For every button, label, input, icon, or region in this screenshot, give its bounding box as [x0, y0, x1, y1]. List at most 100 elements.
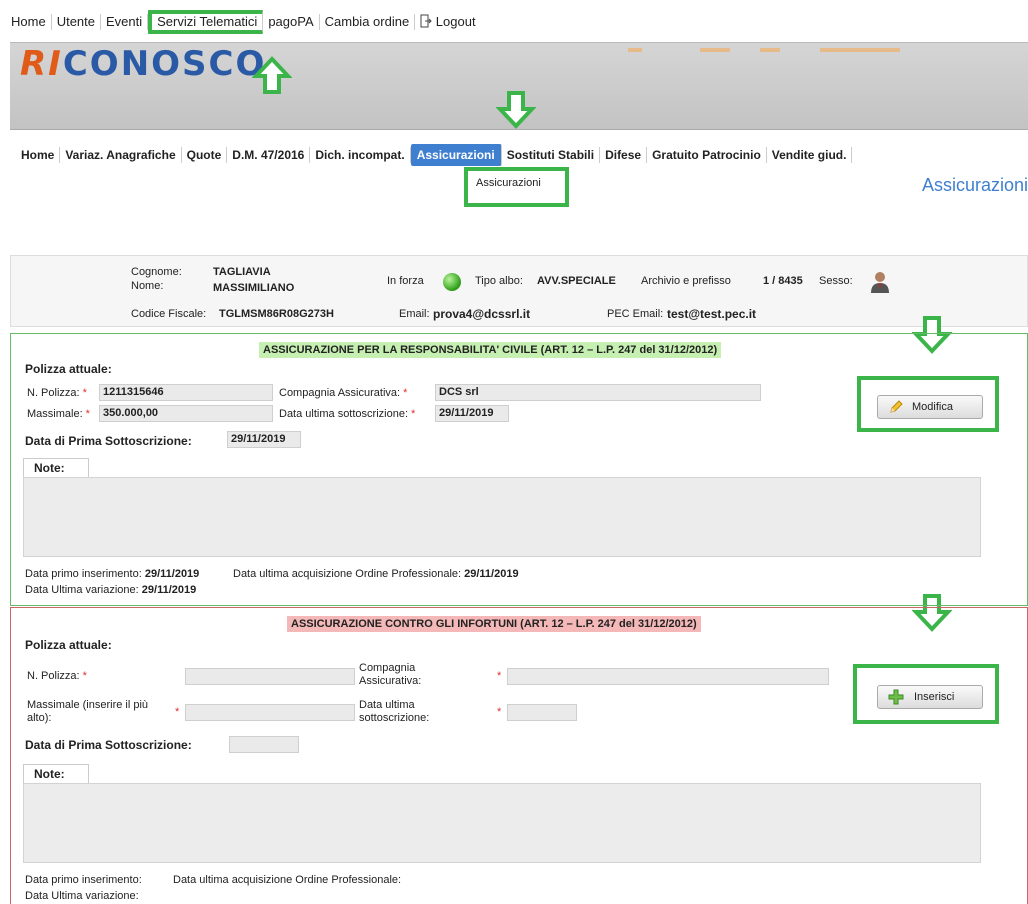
- sesso-label: Sesso:: [819, 275, 853, 287]
- inf-massimale-label-line2: alto):: [27, 712, 52, 724]
- inf-compagnia-label-line1: Compagnia: [359, 662, 416, 674]
- top-nav: Home Utente Eventi Servizi Telematici pa…: [6, 10, 481, 34]
- arrow-down-icon: [496, 91, 536, 129]
- rc-primo-ins-value: 29/11/2019: [144, 568, 200, 580]
- rc-ultima-var-label: Data Ultima variazione:: [25, 584, 139, 596]
- nav-utente[interactable]: Utente: [52, 14, 101, 30]
- dropdown-item-assicurazioni[interactable]: Assicurazioni: [476, 177, 557, 189]
- inf-prima-label: Data di Prima Sottoscrizione:: [25, 738, 192, 752]
- male-user-icon: [871, 272, 889, 293]
- rc-data-ultima-field[interactable]: 29/11/2019: [435, 405, 509, 422]
- inf-ultima-acq-label: Data ultima acquisizione Ordine Professi…: [173, 874, 402, 886]
- logo-part-ri: RI: [20, 44, 63, 84]
- status-indicator-icon: [443, 273, 461, 291]
- inf-prima-field[interactable]: [229, 736, 299, 753]
- subnav-difese[interactable]: Difese: [600, 147, 648, 163]
- riconosco-logo: RICONOSCO: [20, 44, 266, 84]
- subnav-quote[interactable]: Quote: [182, 147, 228, 163]
- email-value: prova4@dcssrl.it: [433, 307, 531, 321]
- nav-logout[interactable]: Logout: [415, 14, 480, 30]
- nav-servizi-telematici[interactable]: Servizi Telematici: [148, 10, 264, 34]
- pec-value: test@test.pec.it: [667, 307, 757, 321]
- inf-compagnia-label: Compagnia Assicurativa:: [359, 662, 421, 688]
- inf-data-ultima-required: *: [497, 706, 502, 718]
- inserisci-button[interactable]: Inserisci: [877, 685, 983, 709]
- infortuni-insurance-section: ASSICURAZIONE CONTRO GLI INFORTUNI (ART.…: [10, 607, 1028, 904]
- section-nav: Home Variaz. Anagrafiche Quote D.M. 47/2…: [16, 144, 853, 166]
- nav-cambia-ordine[interactable]: Cambia ordine: [320, 14, 416, 30]
- banner-decoration: [820, 48, 900, 52]
- inf-data-ultima-label: Data ultima sottoscrizione:: [359, 699, 429, 725]
- subnav-dm-47-2016[interactable]: D.M. 47/2016: [227, 147, 311, 163]
- tipo-albo-label: Tipo albo:: [475, 275, 523, 287]
- inf-notes-textarea[interactable]: [23, 783, 981, 863]
- inf-compagnia-label-line2: Assicurativa:: [359, 675, 422, 687]
- inf-massimale-required: *: [175, 706, 180, 718]
- plus-icon: [888, 689, 904, 705]
- cf-label: Codice Fiscale:: [131, 308, 207, 320]
- subnav-sostituti-stabili[interactable]: Sostituti Stabili: [502, 147, 601, 163]
- inf-n-polizza-label: N. Polizza: *: [27, 670, 87, 682]
- nome-value: MASSIMILIANO: [213, 282, 295, 294]
- rc-prima-field[interactable]: 29/11/2019: [227, 431, 301, 448]
- subnav-gratuito-patrocinio[interactable]: Gratuito Patrocinio: [647, 147, 767, 163]
- rc-notes-textarea[interactable]: [23, 477, 981, 557]
- rc-compagnia-field[interactable]: DCS srl: [435, 384, 761, 401]
- subnav-assicurazioni[interactable]: Assicurazioni: [410, 144, 502, 166]
- subnav-dich-incompat[interactable]: Dich. incompat.: [310, 147, 411, 163]
- cognome-value: TAGLIAVIA: [213, 266, 271, 278]
- rc-massimale-label-text: Massimale:: [27, 408, 83, 420]
- rc-compagnia-label: Compagnia Assicurativa: *: [279, 387, 408, 399]
- rc-notes-tab[interactable]: Note:: [23, 458, 89, 477]
- rc-ultima-var-value: 29/11/2019: [141, 584, 197, 596]
- rc-polizza-attuale-label: Polizza attuale:: [25, 362, 112, 376]
- banner-decoration: [628, 48, 642, 52]
- email-label: Email:: [399, 308, 430, 320]
- page-title: Assicurazioni: [921, 175, 1028, 195]
- inf-n-polizza-field[interactable]: [185, 668, 355, 685]
- inf-primo-ins-label: Data primo inserimento:: [25, 874, 142, 886]
- inf-compagnia-field[interactable]: [507, 668, 829, 685]
- arrow-up-icon: [252, 56, 292, 94]
- rc-ultima-acquisizione: Data ultima acquisizione Ordine Professi…: [233, 568, 519, 580]
- rc-primo-ins-label: Data primo inserimento:: [25, 568, 142, 580]
- banner-decoration: [760, 48, 780, 52]
- inf-massimale-label-line1: Massimale (inserire il più: [27, 699, 149, 711]
- rc-ultima-variazione: Data Ultima variazione: 29/11/2019: [25, 584, 196, 596]
- pec-label: PEC Email:: [607, 308, 664, 320]
- rc-n-polizza-label: N. Polizza: *: [27, 387, 87, 399]
- inf-data-ultima-label-line1: Data ultima: [359, 699, 415, 711]
- subnav-vendite-giud[interactable]: Vendite giud.: [767, 147, 853, 163]
- pencil-icon: [890, 400, 903, 413]
- nav-eventi[interactable]: Eventi: [101, 14, 149, 30]
- inf-massimale-label: Massimale (inserire il più alto):: [27, 699, 148, 725]
- logout-label: Logout: [435, 14, 476, 29]
- rc-data-ultima-label: Data ultima sottoscrizione: *: [279, 408, 416, 420]
- nav-pagopa[interactable]: pagoPA: [263, 14, 320, 30]
- tipo-albo-value: AVV.SPECIALE: [537, 275, 616, 287]
- rc-massimale-label: Massimale: *: [27, 408, 90, 420]
- rc-ultima-acq-value: 29/11/2019: [464, 568, 519, 580]
- inf-compagnia-required: *: [497, 670, 502, 682]
- inf-n-polizza-label-text: N. Polizza:: [27, 670, 80, 682]
- subnav-variaz-anagrafiche[interactable]: Variaz. Anagrafiche: [60, 147, 182, 163]
- subnav-home[interactable]: Home: [16, 147, 61, 163]
- logout-icon: [420, 14, 432, 28]
- modifica-label: Modifica: [912, 401, 953, 413]
- inf-section-title: ASSICURAZIONE CONTRO GLI INFORTUNI (ART.…: [287, 616, 701, 632]
- inf-ultima-var-label: Data Ultima variazione:: [25, 890, 139, 902]
- banner-decoration: [700, 48, 730, 52]
- rc-insurance-section: ASSICURAZIONE PER LA RESPONSABILITA' CIV…: [10, 333, 1028, 606]
- nav-home[interactable]: Home: [6, 14, 52, 30]
- rc-massimale-field[interactable]: 350.000,00: [99, 405, 273, 422]
- nome-label: Nome:: [131, 280, 164, 292]
- rc-n-polizza-label-text: N. Polizza:: [27, 387, 80, 399]
- inf-data-ultima-label-line2: sottoscrizione:: [359, 712, 430, 724]
- inf-massimale-field[interactable]: [185, 704, 355, 721]
- assicurazioni-dropdown: Assicurazioni: [464, 167, 569, 207]
- archivio-value: 1 / 8435: [763, 275, 803, 287]
- rc-n-polizza-field[interactable]: 1211315646: [99, 384, 273, 401]
- inf-notes-tab[interactable]: Note:: [23, 764, 89, 783]
- modifica-button[interactable]: Modifica: [877, 395, 983, 419]
- inf-data-ultima-field[interactable]: [507, 704, 577, 721]
